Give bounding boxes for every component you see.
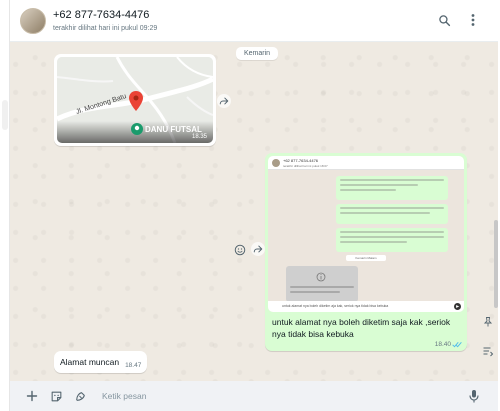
contact-avatar[interactable] [20, 8, 46, 34]
list-icon [483, 347, 494, 357]
contact-name[interactable]: +62 877-7634-4476 [53, 9, 149, 21]
image-caption: untuk alamat nya boleh diketim saja kak … [272, 317, 451, 339]
emoji-icon [75, 391, 85, 401]
plus-icon [26, 390, 38, 402]
chat-scrollbar[interactable] [494, 220, 498, 308]
shot-input-bar: untuk alamat nya boleh diketim aja kak, … [268, 301, 464, 312]
forward-button[interactable] [251, 242, 265, 256]
message-time: 18.40 [434, 341, 451, 348]
date-divider: Kemarin [236, 47, 279, 60]
incoming-message[interactable]: Alamat muncan 18.47 [54, 351, 148, 373]
map-preview[interactable]: Jl. Montong Batu DANU FUTSAL 18.35 [57, 57, 213, 143]
forward-button[interactable] [217, 94, 231, 108]
shot-last-seen: terakhir dilihat hari ini pukul 18:07 [283, 164, 328, 168]
search-icon [438, 14, 450, 26]
message-input[interactable] [102, 388, 462, 404]
emoji-button[interactable] [72, 388, 88, 404]
forward-icon [253, 245, 263, 253]
send-icon [454, 303, 461, 310]
place-marker-icon [131, 123, 143, 135]
message-time: 18.47 [125, 361, 142, 369]
read-ticks-icon [452, 341, 462, 348]
shot-avatar [272, 159, 280, 167]
screenshot-image[interactable]: +62 877-7634-4476 terakhir dilihat hari … [268, 156, 464, 312]
menu-button[interactable] [465, 12, 481, 28]
search-button[interactable] [436, 12, 452, 28]
more-vertical-icon [471, 14, 475, 26]
mic-icon [469, 390, 479, 403]
shot-document-preview [286, 266, 358, 302]
resize-grip[interactable] [2, 100, 8, 130]
place-name: DANU FUTSAL [145, 125, 202, 134]
voice-button[interactable] [466, 388, 482, 404]
shot-header: +62 877-7634-4476 terakhir dilihat hari … [268, 156, 464, 170]
message-time: 18.35 [191, 134, 207, 140]
last-seen-status: terakhir dilihat hari ini pukul 09:29 [53, 25, 158, 32]
pin-button[interactable] [480, 314, 496, 330]
sticker-icon [51, 391, 61, 401]
location-message[interactable]: Jl. Montong Batu DANU FUTSAL 18.35 [54, 54, 216, 146]
chat-header[interactable]: +62 877-7634-4476 terakhir dilihat hari … [10, 0, 498, 42]
shot-date-chip: Kemarin Malam [346, 255, 386, 261]
shot-input-text: untuk alamat nya boleh diketim aja kak, … [282, 304, 389, 308]
shot-bubble [336, 176, 448, 200]
shot-contact-name: +62 877-7634-4476 [283, 158, 319, 163]
sticker-button[interactable] [48, 388, 64, 404]
map-pin-icon [129, 91, 143, 111]
info-icon [316, 272, 326, 282]
shot-bubble [336, 204, 448, 224]
shot-bubble [336, 228, 448, 252]
smiley-icon [234, 244, 246, 256]
chat-window: Diedit 18.13 +62 877-7634-4476 terakhir … [10, 0, 498, 411]
pin-icon [483, 317, 493, 327]
forward-icon [219, 97, 229, 105]
left-window-edge [0, 0, 10, 411]
message-text: Alamat muncan [60, 357, 120, 367]
composer-bar [10, 381, 498, 411]
reaction-button[interactable] [234, 243, 248, 257]
image-message[interactable]: +62 877-7634-4476 terakhir dilihat hari … [265, 153, 467, 351]
list-button[interactable] [480, 343, 496, 359]
attach-button[interactable] [24, 388, 40, 404]
